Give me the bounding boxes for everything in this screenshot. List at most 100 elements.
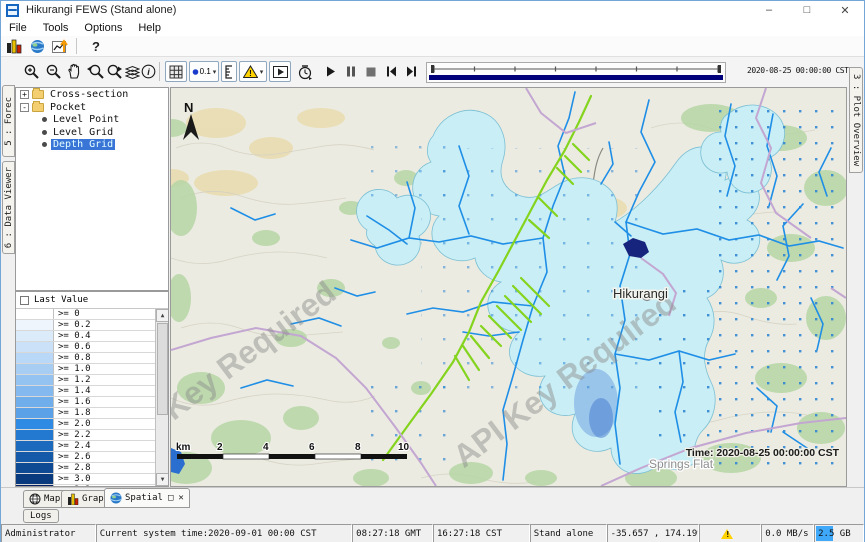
pan-hand-button[interactable] xyxy=(64,61,84,82)
status-memory: 2.5 GB xyxy=(814,524,864,542)
database-explorer-icon[interactable] xyxy=(4,37,24,55)
vertical-scale-button[interactable] xyxy=(221,61,237,82)
scroll-down-icon[interactable]: ▼ xyxy=(156,473,168,486)
globe-icon xyxy=(110,492,122,504)
map-view[interactable]: API Key Required API Key Required Hikura… xyxy=(170,87,847,487)
warning-icon[interactable] xyxy=(721,529,733,539)
tab-forecast[interactable]: 5 : Forec xyxy=(2,85,15,157)
expand-toggle-icon[interactable]: + xyxy=(20,90,29,99)
zoom-in-button[interactable] xyxy=(21,61,41,82)
pause-button[interactable] xyxy=(343,61,359,82)
legend-row: >= 0.4 xyxy=(16,331,168,342)
maximize-pane-icon[interactable]: □ xyxy=(168,493,173,503)
legend-row: >= 0.2 xyxy=(16,320,168,331)
skip-to-end-button[interactable] xyxy=(403,61,419,82)
legend-row: >= 2.2 xyxy=(16,430,168,441)
globe-map-icon[interactable] xyxy=(27,37,47,55)
chevron-down-icon: ▾ xyxy=(213,68,217,76)
legend-row: >= 1.4 xyxy=(16,386,168,397)
tree-node-level-point[interactable]: Level Point xyxy=(16,114,168,126)
thresholds-warning-dropdown[interactable]: ! ▾ xyxy=(239,61,267,82)
svg-text:!: ! xyxy=(249,69,252,78)
tab-spatial-label: Spatial xyxy=(125,493,163,503)
svg-text:4: 4 xyxy=(263,442,269,453)
tab-plot-overview[interactable]: 3 : Plot Overview xyxy=(849,67,863,173)
menu-tools[interactable]: Tools xyxy=(35,21,77,35)
toolbar-separator xyxy=(159,62,160,81)
scrollbar-thumb[interactable] xyxy=(157,323,168,415)
menu-file[interactable]: File xyxy=(1,21,35,35)
logs-row: Logs xyxy=(1,508,864,524)
menu-options[interactable]: Options xyxy=(76,21,130,35)
legend-scrollbar[interactable]: ▲ ▼ xyxy=(155,309,168,486)
skip-to-start-button[interactable] xyxy=(383,61,399,82)
logs-button[interactable]: Logs xyxy=(23,509,59,523)
tab-data-viewer[interactable]: 6 : Data Viewer xyxy=(2,161,15,254)
zoom-out-button[interactable] xyxy=(43,61,63,82)
svg-text:10: 10 xyxy=(398,442,410,453)
legend-row: >= 3.2 xyxy=(16,485,168,486)
title-bar: Hikurangi FEWS (Stand alone) – □ ✕ xyxy=(1,1,864,19)
toolbar-datetime: 2020-08-25 00:00:00 CST xyxy=(747,66,849,75)
status-warning-cell xyxy=(699,524,761,542)
info-button[interactable]: i xyxy=(139,61,157,82)
stop-button[interactable] xyxy=(363,61,379,82)
help-button[interactable]: ? xyxy=(86,37,106,55)
status-download-rate: 0.0 MB/s xyxy=(761,524,814,542)
play-button[interactable] xyxy=(323,61,339,82)
zoom-previous-button[interactable] xyxy=(85,61,106,82)
main-toolbar: ? xyxy=(1,36,864,57)
legend-swatch xyxy=(16,419,54,429)
legend-color-scale: >= 0 >= 0.2 >= 0.4 >= 0.6 >= 0.8 >= 1.0 … xyxy=(16,309,168,486)
status-coordinates: -35.657 , 174.199 xyxy=(607,524,700,542)
collapse-toggle-icon[interactable]: - xyxy=(20,103,29,112)
legend-row: >= 1.8 xyxy=(16,408,168,419)
legend-swatch xyxy=(16,353,54,363)
time-slider[interactable] xyxy=(426,62,726,88)
legend-row: >= 2.4 xyxy=(16,441,168,452)
decimal-precision-dropdown[interactable]: 0.1 ▾ xyxy=(189,61,219,82)
scroll-up-icon[interactable]: ▲ xyxy=(156,309,168,322)
legend-swatch xyxy=(16,320,54,330)
tree-node-pocket[interactable]: - Pocket xyxy=(16,102,168,114)
legend-header-label: Last Value xyxy=(34,295,88,305)
show-grid-button[interactable] xyxy=(165,61,187,82)
folder-icon xyxy=(32,103,44,112)
tree-node-level-grid[interactable]: Level Grid xyxy=(16,127,168,139)
timeseries-chart-icon[interactable] xyxy=(50,37,70,55)
bottom-tab-bar: Map Graph Spatial □ ✕ xyxy=(1,487,864,508)
place-label: Springs Flat xyxy=(649,457,714,471)
bar-chart-icon xyxy=(67,493,79,505)
legend-panel: Last Value >= 0 >= 0.2 >= 0.4 >= 0.6 >= … xyxy=(15,291,169,487)
close-button[interactable]: ✕ xyxy=(826,1,864,19)
chevron-down-icon: ▾ xyxy=(260,68,264,76)
toolbar-separator xyxy=(76,38,77,54)
menu-help[interactable]: Help xyxy=(130,21,169,35)
status-local-time: 16:27:18 CST xyxy=(433,524,530,542)
movie-player-button[interactable] xyxy=(269,61,291,82)
tab-spatial[interactable]: Spatial □ ✕ xyxy=(104,488,190,508)
legend-swatch xyxy=(16,386,54,396)
tab-map-label: Map xyxy=(44,494,60,504)
tree-node-label[interactable]: Cross-section xyxy=(48,89,130,100)
main-area: + Cross-section - Pocket Level Point Lev… xyxy=(1,87,864,487)
tree-node-cross-section[interactable]: + Cross-section xyxy=(16,89,168,101)
tree-node-label[interactable]: Level Point xyxy=(51,114,121,125)
tab-map[interactable]: Map xyxy=(23,490,66,508)
legend-swatch xyxy=(16,474,54,484)
bullet-icon xyxy=(42,142,47,147)
legend-swatch xyxy=(16,441,54,451)
tree-node-label-selected[interactable]: Depth Grid xyxy=(51,139,115,150)
animation-timer-icon[interactable] xyxy=(295,61,315,82)
legend-swatch xyxy=(16,397,54,407)
legend-row: >= 1.2 xyxy=(16,375,168,386)
last-value-checkbox[interactable] xyxy=(20,296,29,305)
bullet-icon xyxy=(42,130,47,135)
maximize-button[interactable]: □ xyxy=(788,1,826,19)
tree-node-depth-grid[interactable]: Depth Grid xyxy=(16,139,168,151)
minimize-button[interactable]: – xyxy=(750,1,788,19)
tree-node-label[interactable]: Level Grid xyxy=(51,127,115,138)
legend-swatch xyxy=(16,375,54,385)
tree-node-label[interactable]: Pocket xyxy=(48,102,88,113)
close-pane-icon[interactable]: ✕ xyxy=(178,493,183,503)
